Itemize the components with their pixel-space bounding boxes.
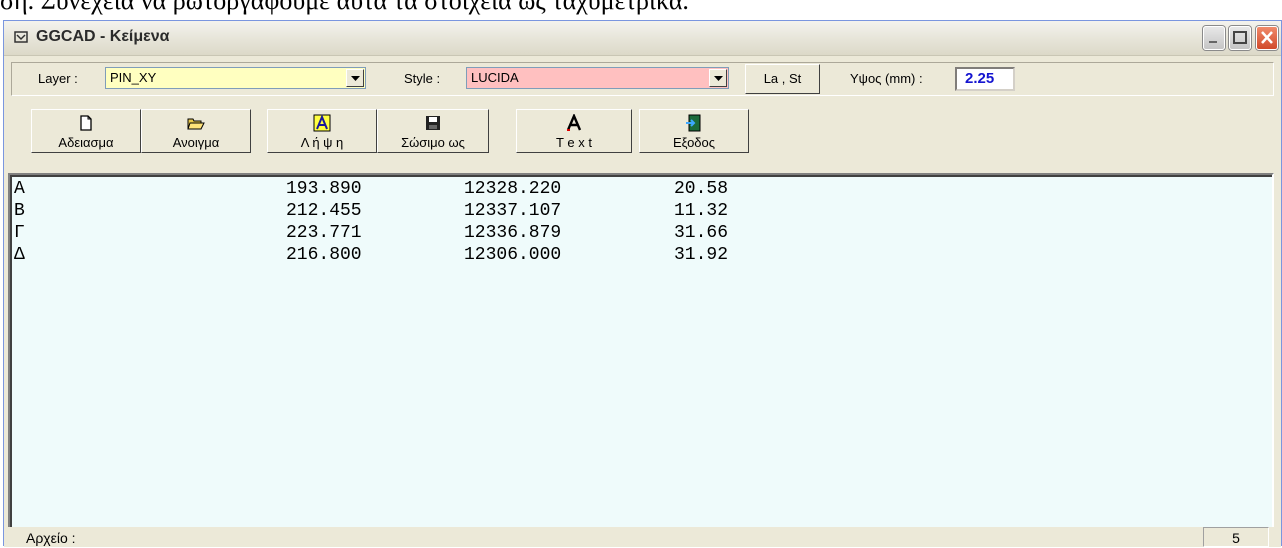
document-background-text: ση. Συνέχεια να ρωτοργάφουμε αυτά τα στο… <box>0 0 689 15</box>
open-button[interactable]: Ανοιγμα <box>141 109 251 153</box>
la-st-button[interactable]: La , St <box>745 64 820 94</box>
clear-button-label: Αδειασμα <box>58 135 114 150</box>
text-row: Α 193.890 12328.220 20.58 <box>14 179 728 201</box>
exit-button-label: Εξοδος <box>672 135 716 150</box>
y-value: 12337.107 <box>464 201 562 221</box>
text-button[interactable]: T e x t <box>516 109 632 153</box>
height-label: Υψος (mm) : <box>850 71 923 86</box>
exit-button[interactable]: Εξοδος <box>639 109 749 153</box>
x-value: 223.771 <box>286 223 362 243</box>
text-row: Δ 216.800 12306.000 31.92 <box>14 245 728 267</box>
text-row: Β 212.455 12337.107 11.32 <box>14 201 728 223</box>
z-value: 31.66 <box>674 223 729 243</box>
save-as-button[interactable]: Σώσιμο ως <box>377 109 489 153</box>
title-bar: GGCAD - Κείμενα <box>4 21 1281 56</box>
style-select[interactable]: LUCIDA <box>466 67 729 89</box>
window-title: GGCAD - Κείμενα <box>36 28 170 45</box>
save-as-button-label: Σώσιμο ως <box>401 135 465 150</box>
style-value: LUCIDA <box>471 70 519 85</box>
open-folder-icon <box>187 118 205 130</box>
style-dropdown-button[interactable] <box>709 69 727 87</box>
capture-button[interactable]: Λ ή ψ η <box>267 109 377 153</box>
point-name: Α <box>14 179 25 199</box>
toolbar: Αδειασμα Ανοιγμα Λ ή ψ η Σώσιμο ως T e x… <box>11 99 1274 173</box>
layer-value: PIN_XY <box>110 70 157 85</box>
layer-label: Layer : <box>38 71 78 86</box>
new-file-icon <box>80 115 92 131</box>
capture-text-icon <box>313 114 331 132</box>
maximize-icon <box>1233 31 1247 44</box>
layer-select[interactable]: PIN_XY <box>105 67 366 89</box>
chevron-down-icon <box>351 76 360 81</box>
status-bar: Αρχείο : 5 <box>4 527 1281 547</box>
maximize-button[interactable] <box>1229 26 1251 50</box>
y-value: 12328.220 <box>464 179 562 199</box>
app-icon <box>14 31 28 43</box>
line-count: 5 <box>1203 527 1269 547</box>
x-value: 212.455 <box>286 201 362 221</box>
text-icon <box>566 114 582 131</box>
minimize-button[interactable] <box>1203 26 1225 50</box>
height-input[interactable]: 2.25 <box>955 67 1015 91</box>
text-button-label: T e x t <box>556 135 592 150</box>
text-row: Γ 223.771 12336.879 31.66 <box>14 223 728 245</box>
y-value: 12336.879 <box>464 223 562 243</box>
z-value: 20.58 <box>674 179 729 199</box>
settings-row: Layer : PIN_XY Style : LUCIDA La , St Υψ… <box>11 62 1274 96</box>
y-value: 12306.000 <box>464 245 562 265</box>
z-value: 11.32 <box>674 201 729 221</box>
point-name: Β <box>14 201 25 221</box>
ggcad-texts-window: GGCAD - Κείμενα Layer : PIN_XY Style : L… <box>3 20 1282 547</box>
text-editor[interactable]: Α 193.890 12328.220 20.58 Β 212.455 1233… <box>8 173 1274 533</box>
x-value: 216.800 <box>286 245 362 265</box>
layer-dropdown-button[interactable] <box>346 69 364 87</box>
open-button-label: Ανοιγμα <box>172 135 220 150</box>
minimize-icon <box>1209 41 1217 43</box>
z-value: 31.92 <box>674 245 729 265</box>
capture-button-label: Λ ή ψ η <box>300 135 344 150</box>
point-name: Δ <box>14 245 25 265</box>
style-label: Style : <box>404 71 441 86</box>
save-icon <box>426 116 440 130</box>
close-icon <box>1261 31 1273 44</box>
chevron-down-icon <box>714 76 723 81</box>
close-button[interactable] <box>1256 26 1278 50</box>
exit-icon <box>686 114 701 132</box>
clear-button[interactable]: Αδειασμα <box>31 109 141 153</box>
file-status-label: Αρχείο : <box>26 530 76 546</box>
point-name: Γ <box>14 223 25 243</box>
height-value: 2.25 <box>965 70 995 87</box>
x-value: 193.890 <box>286 179 362 199</box>
